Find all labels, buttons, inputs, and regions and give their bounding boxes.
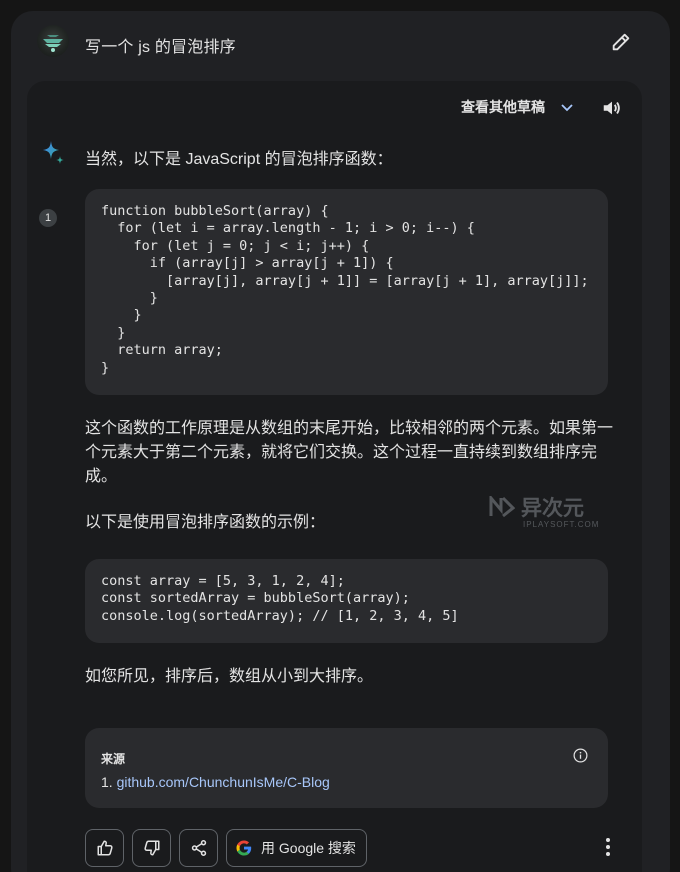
conversation-panel: 写一个 js 的冒泡排序 查看其他草稿 当然，以下是 JavaScript 的冒… <box>11 11 670 872</box>
source-link[interactable]: github.com/ChunchunIsMe/C-Blog <box>117 774 330 790</box>
thumbs-up-icon <box>97 840 113 856</box>
sources-panel: 来源 1. github.com/ChunchunIsMe/C-Blog <box>85 728 608 808</box>
response-actions: 用 Google 搜索 <box>85 829 367 867</box>
thumbs-down-button[interactable] <box>132 829 171 867</box>
view-drafts-label: 查看其他草稿 <box>461 99 545 115</box>
view-drafts-button[interactable]: 查看其他草稿 <box>461 97 575 117</box>
more-vert-icon[interactable] <box>605 837 611 857</box>
sources-title: 来源 <box>101 752 126 766</box>
code-block-example[interactable]: const array = [5, 3, 1, 2, 4]; const sor… <box>85 559 608 643</box>
response-card: 查看其他草稿 当然，以下是 JavaScript 的冒泡排序函数： 1 func… <box>27 81 642 872</box>
user-prompt-row: 写一个 js 的冒泡排序 <box>11 11 670 75</box>
speaker-icon[interactable] <box>601 97 623 119</box>
google-search-label: 用 Google 搜索 <box>261 840 356 856</box>
sparkle-icon <box>39 139 67 167</box>
info-icon[interactable] <box>573 748 588 763</box>
chevron-down-icon <box>561 104 573 112</box>
code-block-bubble-sort[interactable]: function bubbleSort(array) { for (let i … <box>85 189 608 395</box>
share-button[interactable] <box>179 829 218 867</box>
google-g-icon <box>236 840 252 856</box>
conclusion-paragraph: 如您所见，排序后，数组从小到大排序。 <box>85 668 374 685</box>
thumbs-up-button[interactable] <box>85 829 124 867</box>
thumbs-down-icon <box>143 840 159 856</box>
citation-badge[interactable]: 1 <box>39 209 57 227</box>
response-intro: 当然，以下是 JavaScript 的冒泡排序函数： <box>85 151 393 168</box>
example-intro-paragraph: 以下是使用冒泡排序函数的示例： <box>85 514 326 531</box>
pencil-icon[interactable] <box>610 31 632 53</box>
source-index: 1. <box>101 774 113 790</box>
explanation-paragraph: 这个函数的工作原理是从数组的末尾开始，比较相邻的两个元素。如果第一个元素大于第二… <box>85 420 614 485</box>
source-item: 1. github.com/ChunchunIsMe/C-Blog <box>101 774 330 790</box>
share-icon <box>191 840 206 856</box>
user-avatar[interactable] <box>37 25 69 57</box>
google-search-button[interactable]: 用 Google 搜索 <box>226 829 367 867</box>
prompt-text: 写一个 js 的冒泡排序 <box>85 39 236 56</box>
